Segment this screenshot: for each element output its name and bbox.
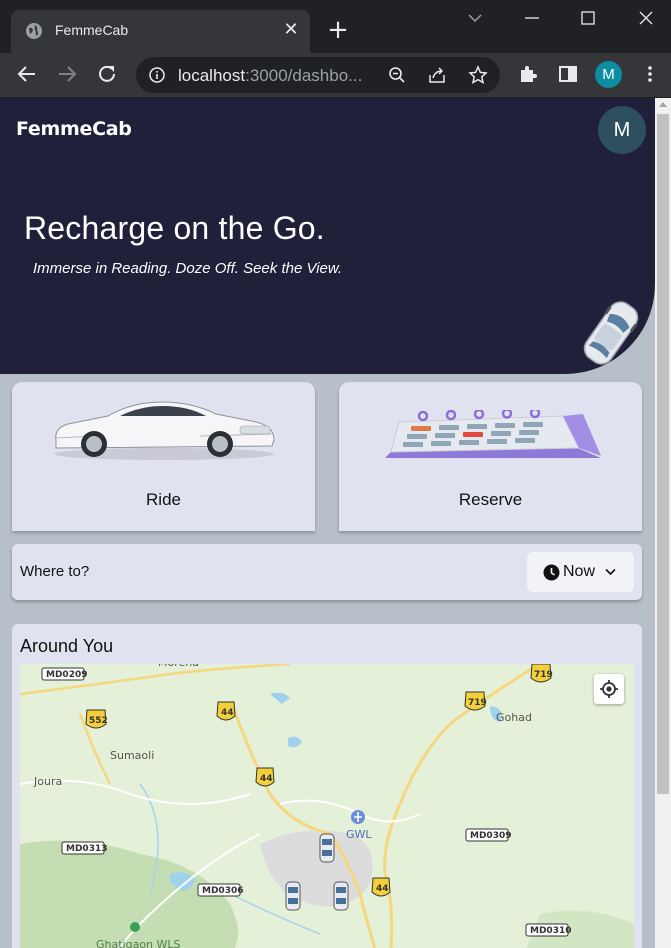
where-to-bar[interactable]: Where to? Now [12, 544, 642, 600]
svg-text:44: 44 [376, 884, 389, 894]
page-scrollbar[interactable] [655, 98, 671, 948]
cab-marker-icon[interactable] [333, 881, 349, 911]
svg-text:Morena: Morena [158, 664, 199, 669]
menu-kebab-icon[interactable] [638, 62, 662, 86]
map-canvas[interactable]: Morena Sumaoli Joura Gohad GWL Ghatigaon… [20, 664, 634, 948]
ride-card[interactable]: Ride [12, 382, 315, 531]
around-you-section: Around You Sumaoli Joura Gohad GWL Ghati… [12, 624, 642, 948]
ride-label: Ride [146, 490, 181, 509]
cab-marker-icon[interactable] [285, 881, 301, 911]
car-top-view-icon [583, 301, 639, 365]
hero-title: Recharge on the Go. [24, 210, 325, 246]
close-window-icon[interactable] [634, 6, 658, 30]
share-icon[interactable] [428, 66, 446, 84]
back-icon[interactable] [15, 62, 39, 86]
svg-text:719: 719 [534, 670, 553, 680]
svg-text:719: 719 [468, 698, 487, 708]
cab-marker-icon[interactable] [319, 833, 335, 863]
svg-text:MD0306: MD0306 [202, 886, 243, 896]
calendar-image [385, 410, 601, 458]
svg-text:MD0313: MD0313 [66, 844, 107, 854]
forward-icon[interactable] [55, 62, 79, 86]
around-you-title: Around You [20, 636, 114, 656]
car-image [54, 401, 275, 460]
browser-tab-strip: FemmeCab ✕ + [0, 0, 671, 53]
globe-icon [26, 23, 42, 39]
scrollbar-thumb[interactable] [657, 114, 669, 794]
svg-text:Sumaoli: Sumaoli [110, 749, 154, 762]
browser-toolbar: localhost:3000/dashbo... M [0, 53, 671, 98]
extensions-icon[interactable] [516, 62, 540, 86]
zoom-icon[interactable] [388, 66, 406, 84]
svg-text:44: 44 [260, 774, 273, 784]
svg-text:44: 44 [221, 708, 234, 718]
svg-text:Gohad: Gohad [496, 711, 532, 724]
site-info-icon[interactable] [148, 66, 166, 84]
svg-text:552: 552 [89, 716, 108, 726]
page-viewport: FemmeCab M Recharge on the Go. Immerse i… [0, 98, 655, 948]
svg-text:GWL: GWL [346, 828, 372, 841]
close-tab-icon[interactable]: ✕ [281, 20, 301, 40]
svg-text:MD0309: MD0309 [470, 831, 511, 841]
reserve-label: Reserve [458, 490, 523, 509]
hero-banner: FemmeCab M Recharge on the Go. Immerse i… [0, 98, 655, 374]
minimize-icon[interactable] [520, 6, 544, 30]
maximize-icon[interactable] [576, 6, 600, 30]
svg-text:Ghatigaon WLS: Ghatigaon WLS [96, 938, 181, 948]
browser-profile-avatar[interactable]: M [595, 61, 622, 88]
address-bar[interactable]: localhost:3000/dashbo... [136, 57, 500, 93]
bookmark-star-icon[interactable] [468, 65, 488, 85]
clock-icon [543, 564, 560, 581]
reload-icon[interactable] [95, 62, 119, 86]
reserve-card[interactable]: Reserve [339, 382, 642, 531]
time-select-value: Now [563, 563, 596, 580]
svg-text:Joura: Joura [33, 775, 62, 788]
locate-me-button[interactable] [594, 674, 624, 704]
url-text: localhost:3000/dashbo... [178, 66, 363, 85]
svg-text:MD0209: MD0209 [46, 670, 87, 680]
tab-title: FemmeCab [55, 22, 129, 38]
time-select-button[interactable]: Now [527, 552, 634, 592]
crosshair-icon [600, 680, 618, 698]
user-avatar[interactable]: M [598, 106, 646, 154]
app-logo[interactable]: FemmeCab [16, 118, 132, 140]
browser-tab[interactable]: FemmeCab ✕ [11, 10, 310, 53]
side-panel-icon[interactable] [556, 62, 580, 86]
new-tab-icon[interactable]: + [325, 17, 351, 43]
svg-text:MD0310: MD0310 [530, 926, 571, 936]
scroll-up-arrow-icon[interactable] [659, 102, 667, 107]
hero-subtitle: Immerse in Reading. Doze Off. Seek the V… [33, 260, 343, 277]
where-to-input[interactable]: Where to? [20, 563, 89, 580]
chevron-down-icon [605, 568, 616, 576]
map-view[interactable]: Morena Sumaoli Joura Gohad GWL Ghatigaon… [20, 664, 634, 948]
tab-search-icon[interactable] [463, 6, 487, 30]
